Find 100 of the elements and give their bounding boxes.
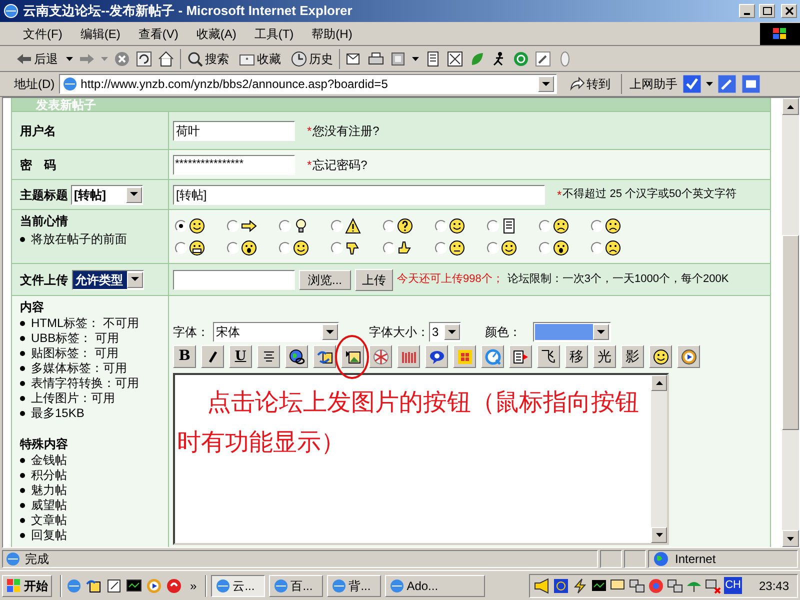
mood-radio[interactable] [383,220,395,232]
browser-icon [214,578,231,594]
taskbar-button[interactable]: 背... [326,574,381,596]
editor-tool-button[interactable] [677,345,700,368]
format-button[interactable]: U [229,345,252,368]
more-chevron[interactable]: » [186,576,201,594]
mood-radio[interactable] [487,242,499,254]
refresh-icon [136,50,152,66]
field-label: 内容 [20,299,45,316]
helper-label: 上网助手 [630,76,678,93]
favorites-button[interactable]: 收藏 [239,50,281,68]
eye-bubble-icon [428,348,444,364]
format-button[interactable]: 影 [621,345,644,368]
close-button[interactable] [781,4,797,18]
play-disc-icon [680,348,696,364]
forgot-password-link[interactable]: 忘记密码? [312,156,368,174]
editor-tool-button[interactable] [285,345,308,368]
font-select[interactable]: 宋体 [213,322,339,342]
minimize-button[interactable] [739,4,755,18]
scroll-thumb[interactable] [782,235,799,430]
menu-item[interactable]: 编辑(E) [71,24,130,42]
field-label: 特殊内容 [20,436,69,453]
username-field[interactable]: 荷叶 [173,120,295,140]
thumbs-up-icon [397,240,413,256]
mood-radio[interactable] [175,242,187,254]
size-label: 字体大小： [369,324,429,341]
required-asterisk: * [307,122,312,140]
required-asterisk: * [307,156,312,174]
mood-radio[interactable] [383,242,395,254]
mood-radio[interactable] [435,220,447,232]
wrench-icon [716,74,737,94]
mood-radio[interactable] [487,220,499,232]
mood-radio[interactable] [435,242,447,254]
mood-radio[interactable] [539,242,551,254]
file-type-select[interactable]: 允许类型 [72,270,144,290]
mood-radio[interactable] [591,220,603,232]
search-button[interactable]: 搜索 [187,50,229,68]
language-indicator[interactable]: CH [724,577,742,594]
mood-radio[interactable] [591,242,603,254]
start-button[interactable]: 开始 [2,574,52,596]
subject-field[interactable]: [转帖] [173,184,545,204]
taskbar-button[interactable]: 云... [210,574,265,596]
mood-radio[interactable] [331,242,343,254]
upload-button[interactable]: 上传 [355,268,394,290]
down-arrow-icon [787,536,794,540]
mood-radio[interactable] [227,220,239,232]
mood-radio[interactable] [279,242,291,254]
maximize-button[interactable] [759,4,775,18]
password-field[interactable]: **************** [173,154,295,174]
editor-tool-button[interactable] [341,345,364,368]
taskbar-button[interactable]: 百... [268,574,323,596]
rule-item: HTML标签： 不可用 [31,316,139,331]
home-icon [158,50,174,66]
prefix-select[interactable]: [转帖] [71,184,143,204]
address-field[interactable]: http://www.ynzb.com/ynzb/bbs2/announce.asp?boardid=5 [58,74,557,94]
up-arrow-icon [787,104,794,108]
register-link[interactable]: 您没有注册? [312,122,380,140]
editor-tool-button[interactable] [257,345,280,368]
bullet-icon [20,533,25,538]
mood-radio[interactable] [227,242,239,254]
size-select[interactable]: 3 [429,322,461,342]
editor-tool-button[interactable] [425,345,448,368]
editor-tool-button[interactable] [509,345,532,368]
message-textarea[interactable]: 点击论坛上发图片的按钮（鼠标指向按钮时有功能显示） [173,373,669,545]
go-button[interactable]: 转到 [568,75,611,93]
editor-tool-button[interactable] [201,345,224,368]
menu-item[interactable]: 查看(V) [129,24,188,42]
menu-item[interactable]: 帮助(H) [302,24,362,42]
editor-tool-button[interactable] [649,345,672,368]
monitor-icon [591,578,608,594]
back-button[interactable]: 后退 [14,50,60,68]
color-select[interactable] [533,322,611,342]
editor-tool-button[interactable] [313,345,336,368]
play-disc-icon [146,578,162,594]
format-button[interactable]: B [173,345,196,368]
mood-radio[interactable] [175,220,187,232]
browse-button[interactable]: 浏览... [299,270,352,290]
close-icon [784,7,794,15]
file-field[interactable] [173,270,295,290]
format-button[interactable]: 光 [593,345,616,368]
radar-icon [553,578,570,594]
history-button[interactable]: 历史 [291,50,333,68]
browser-icon [3,3,19,19]
bullet-icon [20,458,25,463]
caret-icon [706,82,713,86]
format-button[interactable]: 移 [565,345,588,368]
field-label: 当前心情 [20,213,69,230]
mood-radio[interactable] [331,220,343,232]
menu-item[interactable]: 工具(T) [245,24,303,42]
rule-item: 最多15KB [31,406,84,421]
format-button[interactable]: 飞 [537,345,560,368]
wrench-icon [535,50,551,66]
menu-item[interactable]: 文件(F) [14,24,72,42]
taskbar-button[interactable]: Ado... [384,574,485,596]
menu-item[interactable]: 收藏(A) [187,24,246,42]
mood-radio[interactable] [279,220,291,232]
mood-radio[interactable] [539,220,551,232]
document-arrow-icon [512,348,528,364]
mood-hint: 将放在帖子的前面 [31,231,127,248]
required-asterisk: * [557,186,562,204]
